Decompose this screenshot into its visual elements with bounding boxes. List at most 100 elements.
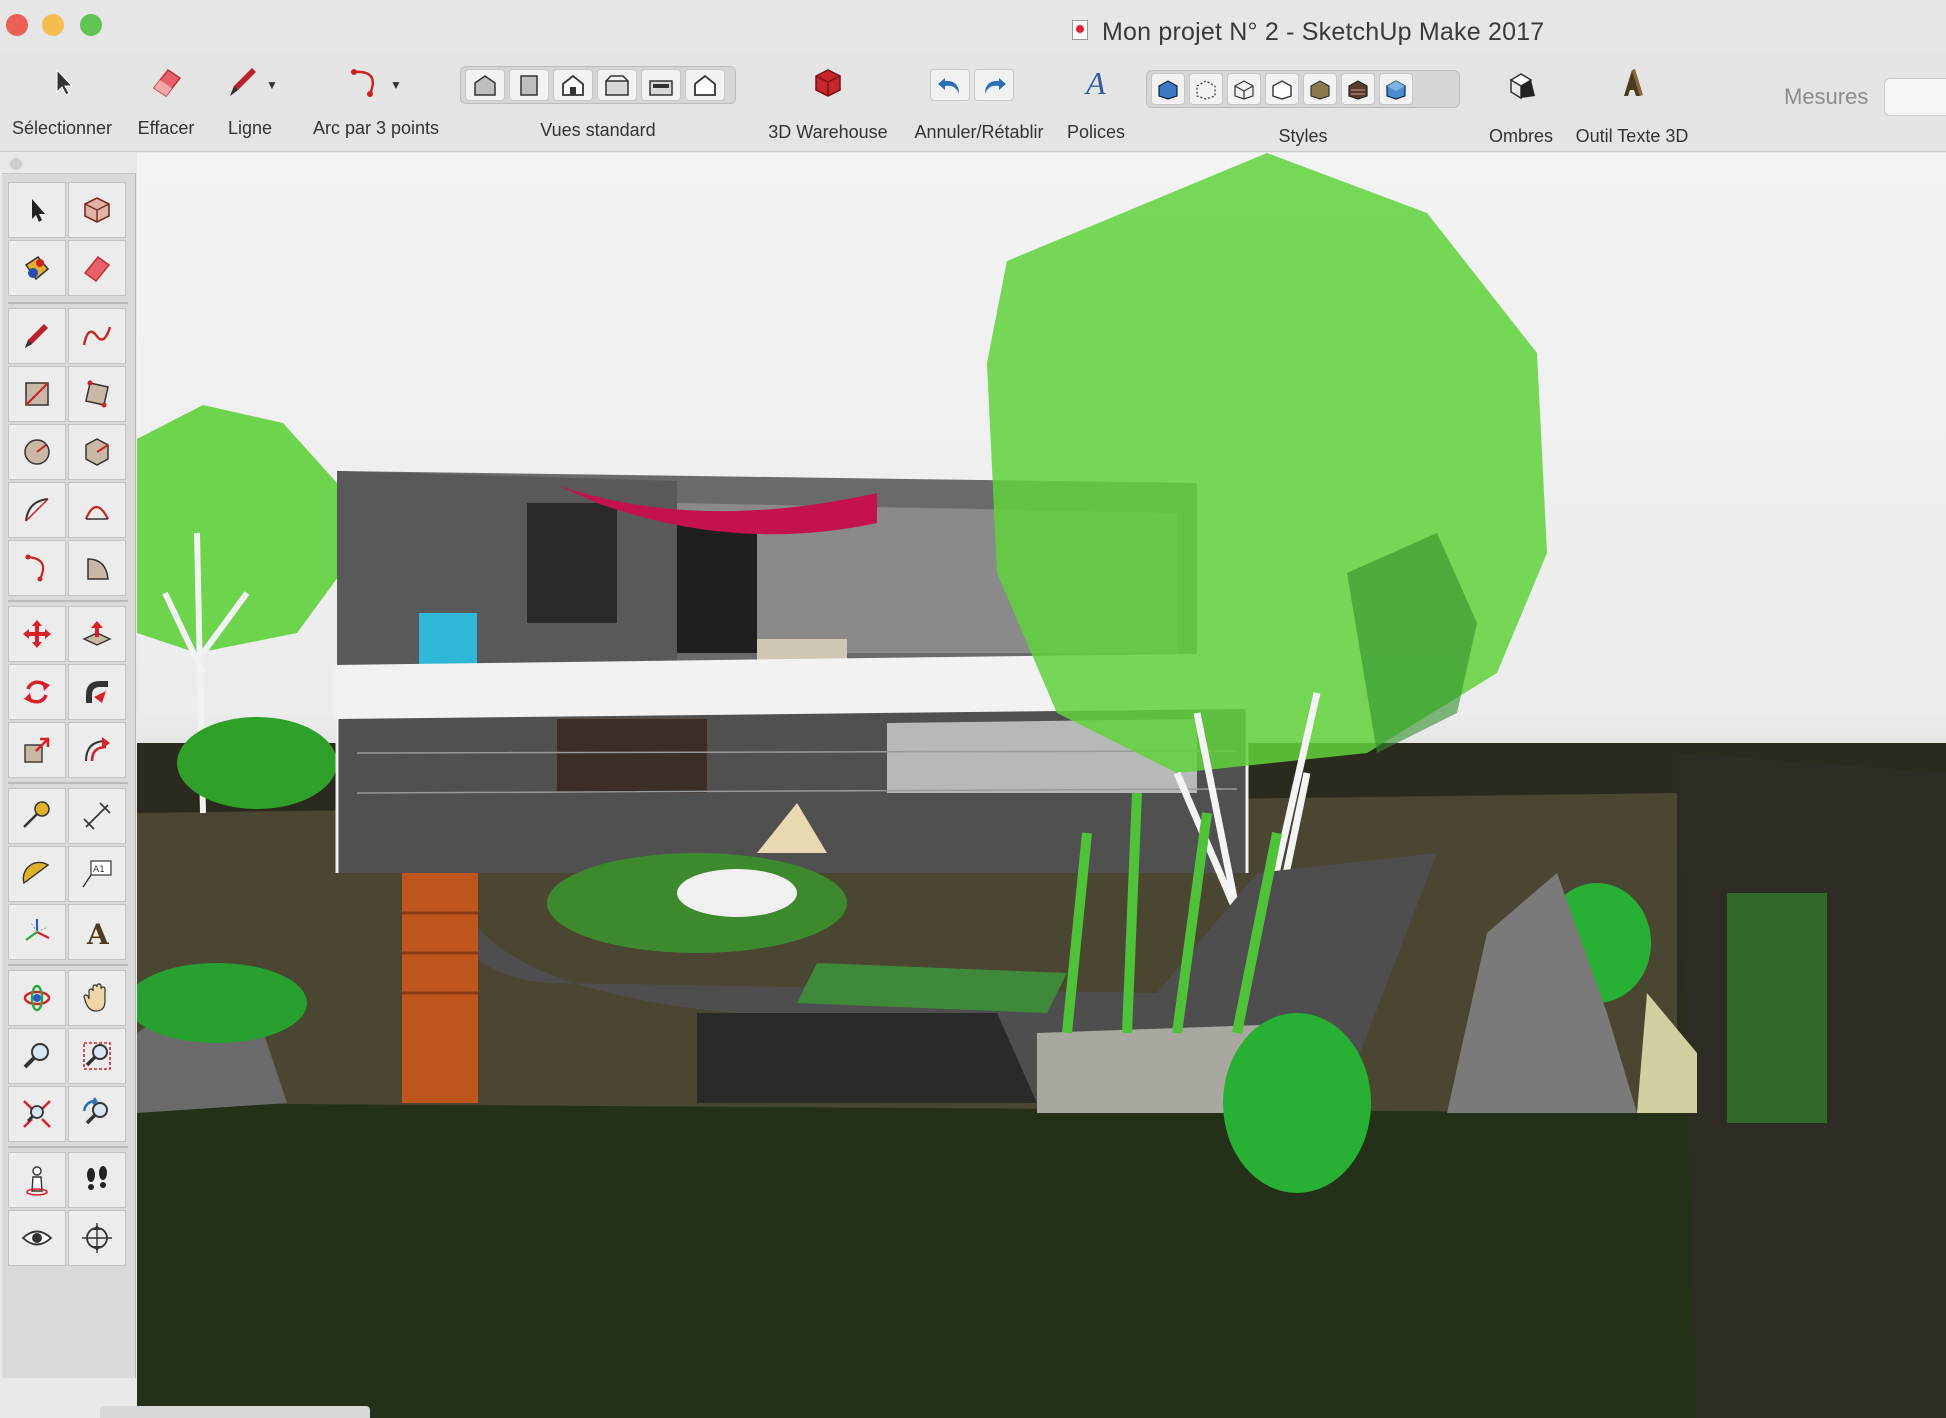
palette-rectangle-button[interactable]	[8, 366, 66, 422]
push-pull-icon	[82, 621, 112, 646]
palette-circle-button[interactable]	[8, 424, 66, 480]
svg-text:A: A	[86, 918, 110, 949]
palette-three-point-arc-button[interactable]	[8, 540, 66, 596]
palette-previous-view-button[interactable]	[68, 1086, 126, 1142]
pencil-icon	[230, 68, 257, 96]
palette-two-point-arc-button[interactable]	[68, 482, 126, 538]
eraser-tool-button[interactable]: Effacer	[126, 52, 206, 152]
palette-dimension-button[interactable]	[68, 788, 126, 844]
palette-make-component-button[interactable]	[68, 182, 126, 238]
three-point-arc-icon	[351, 69, 375, 97]
text3d-icon	[1624, 69, 1643, 96]
text3d-label: Outil Texte 3D	[1575, 126, 1689, 146]
palette-zoom-extents-button[interactable]	[8, 1086, 66, 1142]
line-tool-button[interactable]: ▼ Ligne	[212, 52, 288, 152]
zoom-window-icon	[83, 1042, 111, 1070]
offset-icon	[85, 737, 110, 762]
palette-zoom-button[interactable]	[8, 1028, 66, 1084]
section-plane-icon	[82, 1223, 112, 1253]
palette-pie-button[interactable]	[68, 540, 126, 596]
palette-separator	[8, 782, 128, 784]
palette-position-camera-button[interactable]	[8, 1152, 66, 1208]
select-tool-button[interactable]: Sélectionner	[0, 52, 124, 152]
circle-icon	[24, 439, 50, 465]
palette-polygon-button[interactable]	[68, 424, 126, 480]
corten-column	[402, 873, 478, 1103]
line-dropdown-caret-icon[interactable]: ▼	[266, 78, 278, 92]
title-bar: Mon projet N° 2 - SketchUp Make 2017	[0, 0, 1946, 52]
fonts-button[interactable]: A Polices	[1060, 52, 1132, 152]
standard-views-caption: Vues standard	[460, 52, 736, 152]
palette-rotated-rectangle-button[interactable]	[68, 366, 126, 422]
eye-icon	[21, 1230, 53, 1246]
palette-scale-button[interactable]	[8, 722, 66, 778]
palette-push-pull-button[interactable]	[68, 606, 126, 662]
white-flowers	[677, 869, 797, 917]
pond	[697, 1013, 1037, 1103]
undo-redo-caption: Annuler/Rétablir	[904, 52, 1054, 152]
palette-orbit-button[interactable]	[8, 970, 66, 1026]
arc-tool-button[interactable]: ▼ Arc par 3 points	[296, 52, 456, 152]
palette-eraser-button[interactable]	[68, 240, 126, 296]
green-shrub	[1223, 1013, 1371, 1193]
pie-icon	[87, 558, 109, 580]
palette-walk-button[interactable]	[68, 1152, 126, 1208]
palette-3d-text-button[interactable]: A	[68, 904, 126, 960]
measures-input[interactable]	[1884, 78, 1946, 116]
measures-label: Mesures	[1784, 84, 1869, 109]
close-window-button[interactable]	[6, 14, 28, 36]
zoom-extents-icon	[23, 1100, 51, 1128]
garden-house-scene	[137, 153, 1946, 1418]
palette-select-button[interactable]	[8, 182, 66, 238]
palette-axes-button[interactable]	[8, 904, 66, 960]
palette-freehand-button[interactable]	[68, 308, 126, 364]
arc-dropdown-caret-icon[interactable]: ▼	[390, 78, 402, 92]
palette-section-plane-button[interactable]	[68, 1210, 126, 1266]
tape-measure-icon	[23, 801, 50, 828]
footprints-icon	[87, 1166, 107, 1190]
text3d-icon: A	[86, 918, 110, 949]
palette-offset-button[interactable]	[68, 722, 126, 778]
text3d-button[interactable]: Outil Texte 3D	[1564, 52, 1700, 152]
shadows-button[interactable]: Ombres	[1482, 52, 1560, 152]
tool-palette: A1 A	[2, 152, 136, 1378]
maximize-window-button[interactable]	[80, 14, 102, 36]
palette-arc-button[interactable]	[8, 482, 66, 538]
shadows-icon	[1509, 73, 1535, 100]
select-tool-label: Sélectionner	[11, 118, 113, 138]
palette-rotate-button[interactable]	[8, 664, 66, 720]
undo-redo-label: Annuler/Rétablir	[914, 122, 1044, 142]
warehouse-label: 3D Warehouse	[768, 122, 888, 142]
svg-text:A: A	[1084, 65, 1106, 101]
palette-pan-button[interactable]	[68, 970, 126, 1026]
orbit-icon	[23, 984, 51, 1012]
main-toolbar: Sélectionner Effacer ▼ Ligne ▼ Arc par 3	[0, 52, 1946, 152]
rotated-rectangle-icon	[85, 380, 109, 408]
palette-zoom-window-button[interactable]	[68, 1028, 126, 1084]
palette-paint-bucket-button[interactable]	[8, 240, 66, 296]
protractor-icon	[22, 861, 50, 885]
scale-icon	[24, 737, 50, 763]
hedge	[1727, 893, 1827, 1123]
palette-close-dot[interactable]	[10, 158, 22, 170]
previous-view-icon	[82, 1097, 108, 1125]
warehouse-box-icon	[815, 69, 841, 97]
palette-follow-me-button[interactable]	[68, 664, 126, 720]
dimension-icon	[83, 802, 111, 830]
model-viewport[interactable]	[137, 153, 1946, 1418]
palette-line-button[interactable]	[8, 308, 66, 364]
palette-separator	[8, 1146, 128, 1148]
warehouse-button[interactable]: 3D Warehouse	[760, 52, 896, 152]
eraser-tool-label: Effacer	[137, 118, 195, 138]
palette-move-button[interactable]	[8, 606, 66, 662]
palette-protractor-button[interactable]	[8, 846, 66, 902]
pan-hand-icon	[83, 983, 106, 1012]
palette-tape-measure-button[interactable]	[8, 788, 66, 844]
rotate-icon	[24, 680, 50, 704]
arc-icon	[25, 498, 49, 522]
minimize-window-button[interactable]	[42, 14, 64, 36]
palette-text-button[interactable]: A1	[68, 846, 126, 902]
palette-look-around-button[interactable]	[8, 1210, 66, 1266]
line-tool-label: Ligne	[227, 118, 273, 138]
select-arrow-icon	[32, 199, 45, 222]
